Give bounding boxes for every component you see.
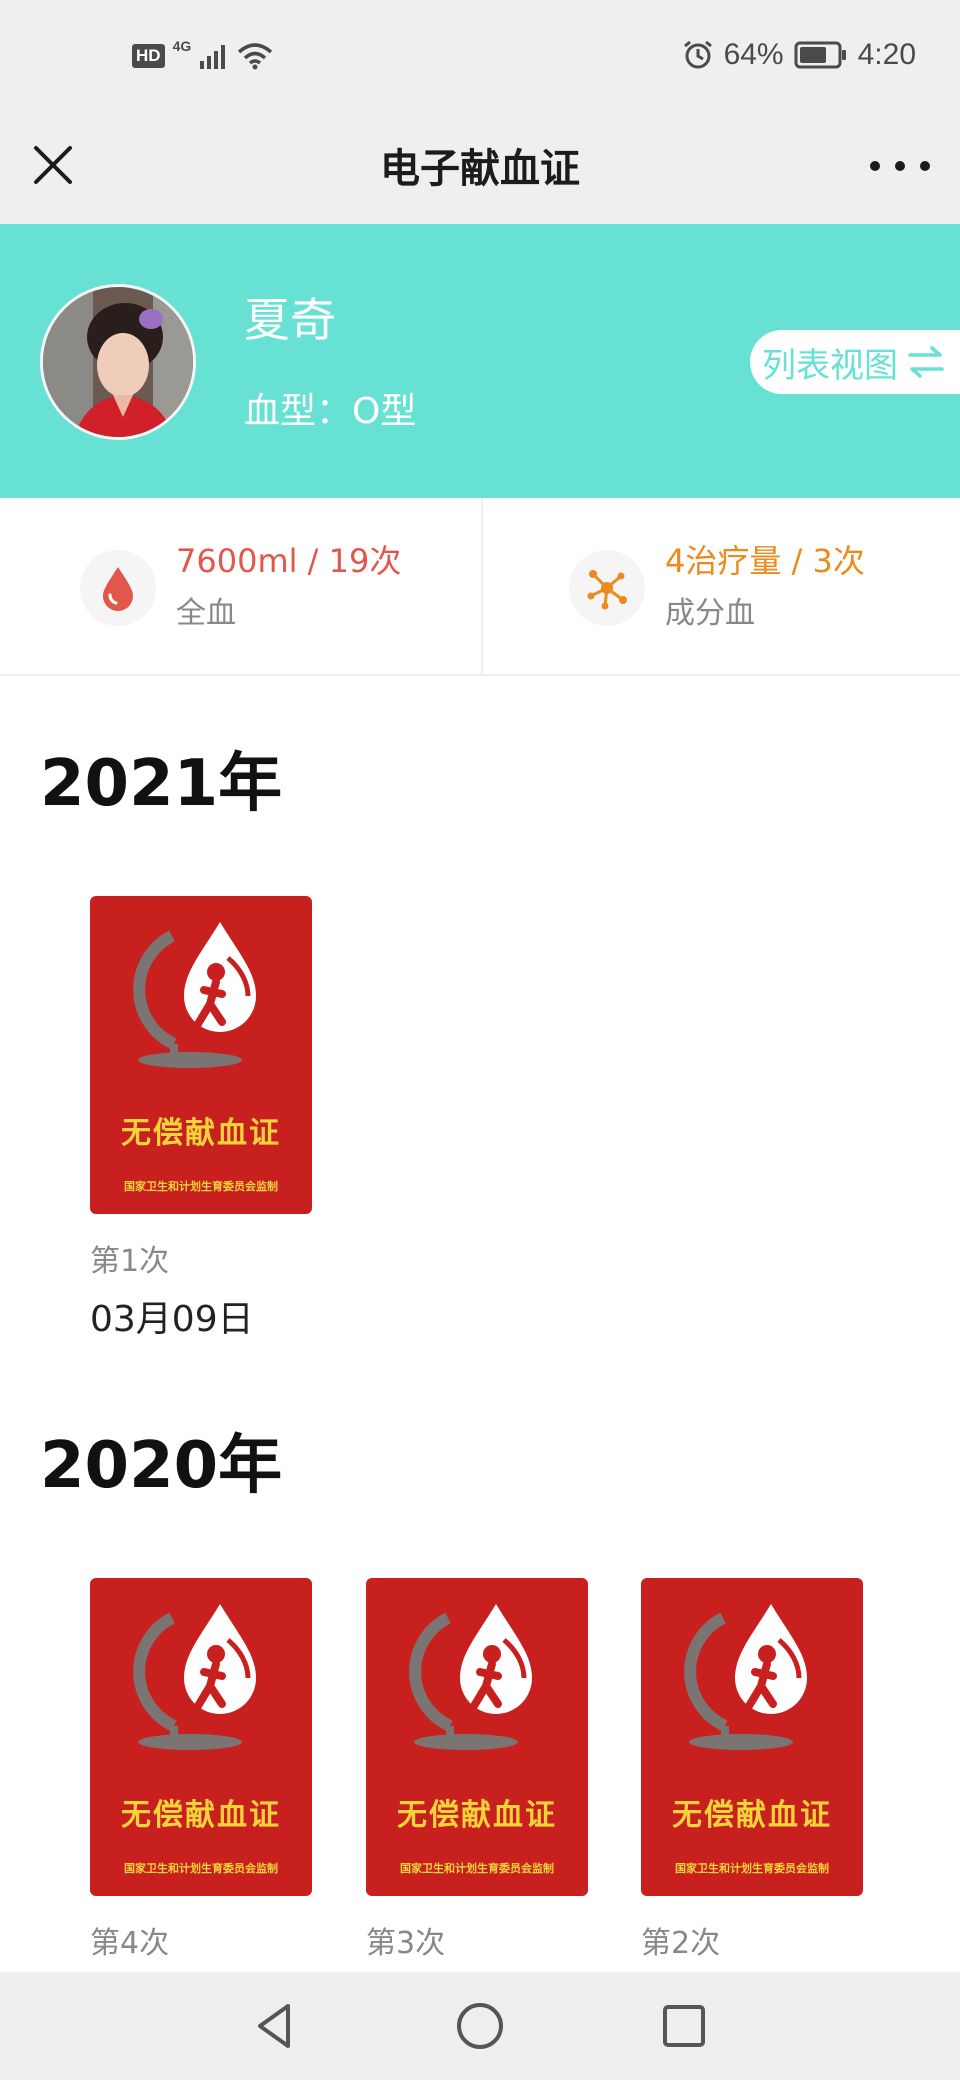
clock: 4:20 — [857, 38, 916, 71]
donation-card[interactable]: 无偿献血证 国家卫生和计划生育委员会监制 第3次 — [366, 1578, 588, 1962]
component-blood-stat[interactable]: 4治疗量 / 3次 成分血 — [481, 498, 960, 676]
wifi-icon — [238, 43, 273, 70]
component-blood-value: 4治疗量 / 3次 — [665, 542, 865, 580]
certificate-subtitle: 国家卫生和计划生育委员会监制 — [124, 1180, 278, 1193]
signal-icon — [200, 45, 226, 69]
certificate-title: 无偿献血证 — [397, 1798, 557, 1833]
back-triangle-icon[interactable] — [248, 1998, 304, 2054]
donation-count: 第3次 — [366, 1926, 446, 1961]
certificate-subtitle: 国家卫生和计划生育委员会监制 — [124, 1862, 278, 1875]
network-type: 4G — [172, 38, 192, 54]
donation-count: 第1次 — [90, 1244, 170, 1279]
more-dot-icon — [920, 161, 930, 171]
globe-logo-icon — [684, 1604, 807, 1750]
certificate-subtitle: 国家卫生和计划生育委员会监制 — [675, 1862, 829, 1875]
profile-banner: 夏奇 血型：O型 列表视图 — [0, 224, 960, 498]
donation-card[interactable]: 无偿献血证 国家卫生和计划生育委员会监制 第1次 03月09日 — [90, 896, 312, 1342]
donation-card[interactable]: 无偿献血证 国家卫生和计划生育委员会监制 第2次 — [641, 1578, 863, 1962]
globe-logo-icon — [409, 1604, 532, 1750]
title-bar: 电子献血证 — [0, 118, 960, 224]
certificate-title: 无偿献血证 — [121, 1116, 281, 1151]
year-heading-2021: 2021年 — [40, 747, 283, 821]
donation-count: 第4次 — [90, 1926, 170, 1961]
page-title: 电子献血证 — [380, 146, 580, 192]
globe-logo-icon — [133, 922, 256, 1068]
more-dot-icon — [870, 161, 880, 171]
certificate-title: 无偿献血证 — [121, 1798, 281, 1833]
blood-type: 血型：O型 — [244, 391, 417, 432]
user-name: 夏奇 — [244, 293, 336, 347]
status-right: 64% 4:20 — [682, 38, 916, 72]
blood-drop-icon — [80, 550, 156, 626]
avatar[interactable] — [40, 284, 196, 440]
system-nav-bar — [0, 1972, 960, 2080]
status-left: HD 4G — [132, 38, 273, 70]
donation-count: 第2次 — [641, 1926, 721, 1961]
molecule-icon — [569, 550, 645, 626]
whole-blood-value: 7600ml / 19次 — [176, 542, 402, 580]
swap-arrows-icon — [908, 346, 944, 378]
donation-card[interactable]: 无偿献血证 国家卫生和计划生育委员会监制 第4次 — [90, 1578, 312, 1962]
list-view-toggle-label: 列表视图 — [762, 345, 898, 386]
donation-stats: 7600ml / 19次 全血 4治疗量 / 3次 成分血 — [0, 498, 960, 676]
component-blood-label: 成分血 — [665, 596, 755, 631]
more-options-button[interactable] — [870, 146, 930, 186]
certificate-thumbnail: 无偿献血证 国家卫生和计划生育委员会监制 — [366, 1578, 588, 1896]
hd-badge: HD — [132, 44, 165, 68]
status-bar: HD 4G 64% 4:20 — [0, 0, 960, 118]
whole-blood-stat[interactable]: 7600ml / 19次 全血 — [0, 498, 479, 676]
avatar-image — [43, 287, 193, 437]
globe-logo-icon — [133, 1604, 256, 1750]
certificate-title: 无偿献血证 — [672, 1798, 832, 1833]
certificate-thumbnail: 无偿献血证 国家卫生和计划生育委员会监制 — [90, 1578, 312, 1896]
alarm-icon — [683, 40, 712, 69]
certificate-thumbnail: 无偿献血证 国家卫生和计划生育委员会监制 — [641, 1578, 863, 1896]
whole-blood-label: 全血 — [176, 596, 236, 631]
battery-icon — [794, 41, 846, 69]
certificate-subtitle: 国家卫生和计划生育委员会监制 — [400, 1862, 554, 1875]
recents-square-icon[interactable] — [656, 1998, 712, 2054]
year-heading-2020: 2020年 — [40, 1429, 283, 1503]
list-view-toggle-button[interactable]: 列表视图 — [750, 330, 960, 394]
certificate-thumbnail: 无偿献血证 国家卫生和计划生育委员会监制 — [90, 896, 312, 1214]
more-dot-icon — [895, 161, 905, 171]
battery-percent: 64% — [723, 38, 784, 71]
home-circle-icon[interactable] — [452, 1998, 508, 2054]
donation-date: 03月09日 — [90, 1299, 254, 1340]
